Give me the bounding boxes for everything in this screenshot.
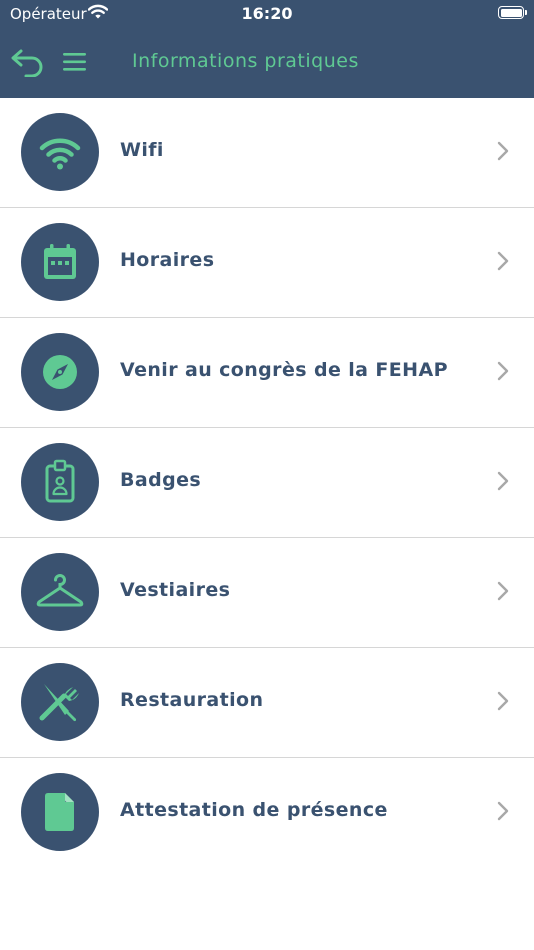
document-icon	[45, 793, 74, 831]
page-title: Informations pratiques	[132, 50, 359, 72]
list-item-badges[interactable]: Badges	[0, 428, 534, 538]
list-item-label: Badges	[120, 469, 202, 491]
list-item-label: Attestation de présence	[120, 799, 388, 821]
hanger-icon	[36, 574, 84, 607]
badge-icon-circle	[21, 443, 99, 521]
list-item-label: Restauration	[120, 689, 264, 711]
list-item-wifi[interactable]: Wifi	[0, 98, 534, 208]
list-item-vestiaires[interactable]: Vestiaires	[0, 538, 534, 648]
menu-button[interactable]	[62, 51, 88, 73]
list-item-attestation[interactable]: Attestation de présence	[0, 758, 534, 867]
chevron-right-icon	[497, 471, 509, 491]
cutlery-icon	[39, 684, 79, 722]
nav-bar: Informations pratiques	[0, 40, 534, 84]
back-arrow-icon	[11, 49, 43, 78]
list-item-label: Vestiaires	[120, 579, 231, 601]
chevron-right-icon	[497, 361, 509, 381]
document-icon-circle	[21, 773, 99, 851]
compass-icon	[43, 355, 77, 389]
battery-icon	[498, 6, 527, 19]
list-item-label: Horaires	[120, 249, 215, 271]
cutlery-icon-circle	[21, 663, 99, 741]
hanger-icon-circle	[21, 553, 99, 631]
wifi-icon	[39, 138, 81, 170]
list-item-label: Wifi	[120, 139, 164, 161]
wifi-icon-circle	[21, 113, 99, 191]
chevron-right-icon	[497, 141, 509, 161]
list-item-horaires[interactable]: Horaires	[0, 208, 534, 318]
badge-icon	[45, 459, 75, 503]
chevron-right-icon	[497, 801, 509, 821]
list-item-venir[interactable]: Venir au congrès de la FEHAP	[0, 318, 534, 428]
clock-time: 16:20	[241, 4, 293, 23]
calendar-icon	[44, 244, 76, 279]
chevron-right-icon	[497, 581, 509, 601]
hamburger-menu-icon	[63, 53, 86, 71]
chevron-right-icon	[497, 691, 509, 711]
status-bar: Opérateur 16:20	[0, 0, 534, 28]
info-list: Wifi Horaires Venir au congrès de la FEH…	[0, 98, 534, 867]
calendar-icon-circle	[21, 223, 99, 301]
list-item-label: Venir au congrès de la FEHAP	[120, 359, 448, 381]
chevron-right-icon	[497, 251, 509, 271]
compass-icon-circle	[21, 333, 99, 411]
back-button[interactable]	[10, 47, 46, 78]
list-item-restauration[interactable]: Restauration	[0, 648, 534, 758]
header: Opérateur 16:20 Informations pratiques	[0, 0, 534, 98]
